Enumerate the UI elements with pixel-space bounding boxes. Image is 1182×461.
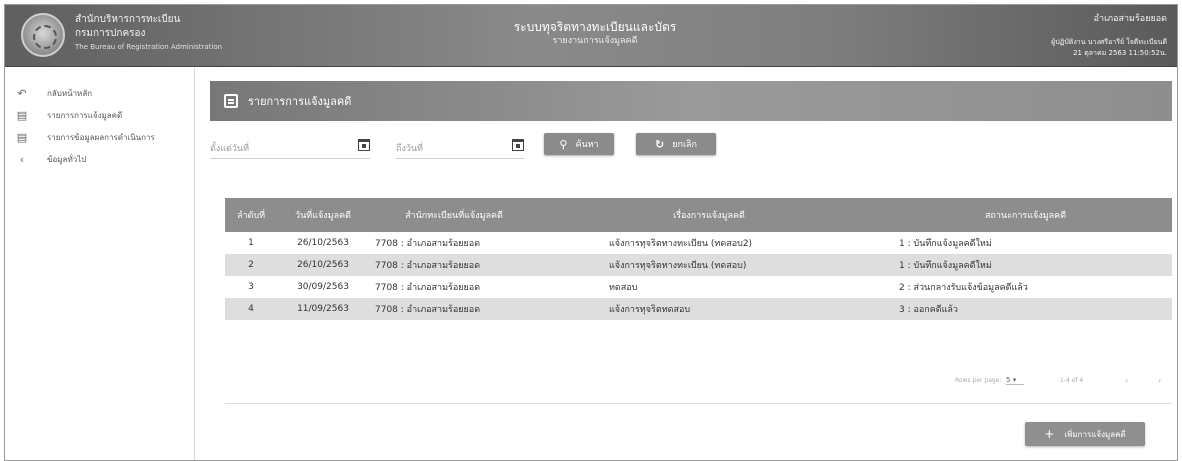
table-area: ลำดับที่ วันที่แจ้งมูลคดี สำนักทะเบียนที…: [210, 81, 1172, 460]
table-pagination: Rows per page: 5 ▾ 1-4 of 4 ‹ ›: [210, 371, 1172, 391]
col-header-office: สำนักทะเบียนที่แจ้งมูลคดี: [405, 211, 503, 221]
sidebar-item-general[interactable]: ‹ ข้อมูลทั่วไป: [5, 148, 194, 170]
table-header-row: ลำดับที่ วันที่แจ้งมูลคดี สำนักทะเบียนที…: [225, 198, 1172, 232]
cell-number: 4: [248, 304, 254, 314]
app-title: ระบบทุจริตทางทะเบียนและบัตร: [513, 20, 677, 34]
app-window: สำนักบริหารการทะเบียน กรมการปกครอง The B…: [4, 4, 1178, 461]
user-info-block: อำเภอสามร้อยยอด ผู้ปฏิบัติงาน นางศรีอารี…: [1051, 13, 1167, 59]
rows-per-page-value: 5: [1006, 376, 1011, 384]
sidebar: ↶ กลับหน้าหลัก ▤ รายการการแจ้งมูลคดี ▤ ร…: [5, 68, 195, 460]
col-header-date: วันที่แจ้งมูลคดี: [295, 211, 351, 221]
rows-per-page-select[interactable]: 5 ▾: [1006, 376, 1024, 385]
cell-status: 1 : บันทึกแจ้งมูลคดีใหม่: [899, 239, 992, 249]
cell-date: 26/10/2563: [297, 238, 349, 248]
table-row[interactable]: 4 11/09/2563 7708 : อำเภอสามร้อยยอด แจ้ง…: [225, 298, 1172, 320]
table-row[interactable]: 2 26/10/2563 7708 : อำเภอสามร้อยยอด แจ้ง…: [225, 254, 1172, 276]
chevron-left-icon: ‹: [19, 152, 25, 166]
org-name-thai: สำนักบริหารการทะเบียน: [75, 14, 181, 25]
plus-icon: +: [1044, 427, 1055, 441]
cell-number: 1: [248, 238, 254, 248]
col-header-subject: เรื่องการแจ้งมูลคดี: [673, 211, 745, 221]
cell-subject: แจ้งการทุจริตทดสอบ: [609, 305, 691, 315]
chevron-right-icon[interactable]: ›: [1158, 376, 1161, 385]
cell-office: 7708 : อำเภอสามร้อยยอด: [375, 305, 481, 315]
cell-office: 7708 : อำเภอสามร้อยยอด: [375, 261, 481, 271]
table-row[interactable]: 1 26/10/2563 7708 : อำเภอสามร้อยยอด แจ้ง…: [225, 232, 1172, 254]
add-report-button-label: เพิ่มการแจ้งมูลคดี: [1064, 429, 1126, 439]
sidebar-item-reports[interactable]: ▤ รายการการแจ้งมูลคดี: [5, 104, 194, 126]
app-header: สำนักบริหารการทะเบียน กรมการปกครอง The B…: [5, 5, 1177, 67]
report-table: ลำดับที่ วันที่แจ้งมูลคดี สำนักทะเบียนที…: [225, 198, 1172, 320]
cell-status: 1 : บันทึกแจ้งมูลคดีใหม่: [899, 261, 992, 271]
org-name-english: The Bureau of Registration Administratio…: [75, 43, 223, 51]
divider: [225, 403, 1172, 404]
app-title-block: ระบบทุจริตทางทะเบียนและบัตร รายงานการแจ้…: [445, 19, 745, 48]
cell-subject: แจ้งการทุจริตทางทะเบียน (ทดสอบ2): [609, 239, 753, 249]
sidebar-item-label: รายการข้อมูลผลการดำเนินการ: [47, 132, 155, 142]
cell-status: 2 : ส่วนกลางรับแจ้งข้อมูลคดีแล้ว: [899, 283, 1028, 293]
cell-date: 30/09/2563: [297, 282, 349, 292]
department-logo: [21, 13, 65, 57]
cell-office: 7708 : อำเภอสามร้อยยอด: [375, 239, 481, 249]
sidebar-item-label: รายการการแจ้งมูลคดี: [47, 110, 123, 120]
sidebar-item-label: กลับหน้าหลัก: [47, 88, 93, 98]
app-subtitle: รายงานการแจ้งมูลคดี: [552, 36, 638, 46]
pagination-range: 1-4 of 4: [1060, 377, 1084, 384]
cell-number: 3: [248, 282, 254, 292]
chevron-left-icon[interactable]: ‹: [1125, 376, 1128, 385]
list-icon: ▤: [16, 108, 28, 122]
cell-subject: ทดสอบ: [609, 283, 638, 293]
sidebar-item-home[interactable]: ↶ กลับหน้าหลัก: [5, 82, 194, 104]
current-datetime: 21 ตุลาคม 2563 11:50:52น.: [1073, 49, 1167, 57]
office-name: อำเภอสามร้อยยอด: [1093, 14, 1167, 24]
back-icon: ↶: [17, 86, 27, 100]
user-name: ผู้ปฏิบัติงาน นางศรีอารีย์ ใจดีทะเบียนดี: [1051, 38, 1167, 46]
cell-subject: แจ้งการทุจริตทางทะเบียน (ทดสอบ): [609, 261, 747, 271]
org-department: กรมการปกครอง: [75, 28, 146, 39]
sidebar-item-results[interactable]: ▤ รายการข้อมูลผลการดำเนินการ: [5, 126, 194, 148]
cell-office: 7708 : อำเภอสามร้อยยอด: [375, 283, 481, 293]
cell-number: 2: [248, 260, 254, 270]
add-report-button[interactable]: + เพิ่มการแจ้งมูลคดี: [1025, 422, 1145, 446]
col-header-number: ลำดับที่: [236, 211, 266, 221]
rows-per-page-label: Rows per page:: [955, 377, 1002, 384]
sidebar-item-label: ข้อมูลทั่วไป: [47, 154, 87, 164]
cell-status: 3 : ออกคดีแล้ว: [899, 305, 958, 315]
list-icon: ▤: [16, 130, 28, 144]
col-header-status: สถานะการแจ้งมูลคดี: [984, 211, 1067, 221]
cell-date: 26/10/2563: [297, 260, 349, 270]
table-row[interactable]: 3 30/09/2563 7708 : อำเภอสามร้อยยอด ทดสอ…: [225, 276, 1172, 298]
organization-block: สำนักบริหารการทะเบียน กรมการปกครอง The B…: [75, 13, 222, 53]
cell-date: 11/09/2563: [297, 304, 349, 314]
